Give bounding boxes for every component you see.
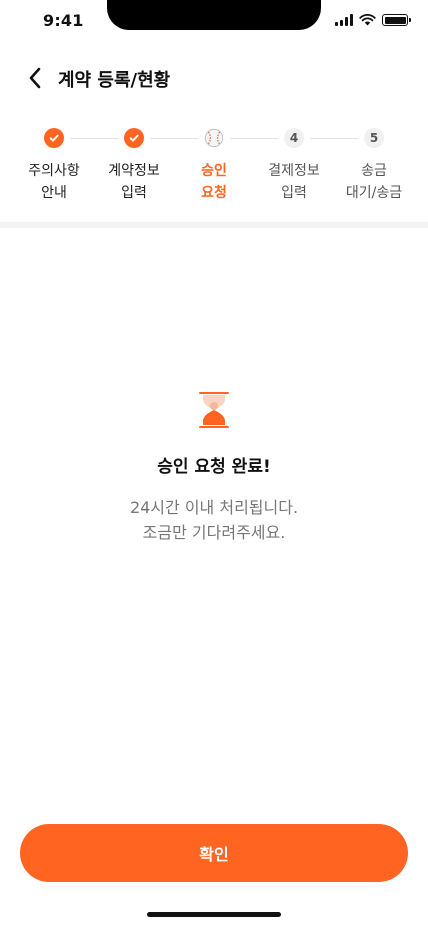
step-label: 계약정보 입력 — [108, 163, 160, 201]
battery-icon — [382, 14, 411, 26]
check-icon — [124, 128, 144, 148]
check-icon — [44, 128, 64, 148]
result-panel: 승인 요청 완료! 24시간 이내 처리됩니다. 조금만 기다려주세요. — [0, 390, 428, 545]
step-number: 5 — [364, 128, 384, 148]
chevron-left-icon — [29, 67, 41, 89]
step-2: 계약정보 입력 — [94, 126, 174, 204]
page-title: 계약 등록/현황 — [58, 70, 171, 91]
back-button[interactable] — [22, 65, 48, 91]
status-time: 9:41 — [43, 11, 84, 30]
result-title: 승인 요청 완료! — [157, 457, 271, 477]
step-label: 결제정보 입력 — [268, 163, 320, 201]
status-icons — [335, 14, 411, 26]
step-4: 4 결제정보 입력 — [254, 126, 334, 204]
wifi-icon — [359, 14, 376, 26]
top-app-bar: 계약 등록/현황 — [0, 56, 428, 100]
step-label: 주의사항 안내 — [28, 163, 80, 201]
confirm-button[interactable]: 확인 — [20, 824, 408, 882]
step-number: 4 — [284, 128, 304, 148]
app-screen: 9:41 계약 등록/현황 주의사항 안내 계약정보 입력 승인 요청 4 결제정보 입… — [0, 0, 428, 926]
step-label: 승인 요청 — [201, 163, 227, 201]
result-description: 24시간 이내 처리됩니다. 조금만 기다려주세요. — [129, 498, 299, 542]
device-notch — [107, 0, 321, 30]
step-1: 주의사항 안내 — [14, 126, 94, 204]
home-indicator — [147, 912, 281, 917]
step-3: 승인 요청 — [174, 126, 254, 204]
progress-stepper: 주의사항 안내 계약정보 입력 승인 요청 4 결제정보 입력 5 송금 대기/송금 — [0, 126, 428, 216]
status-bar: 9:41 — [0, 0, 428, 44]
step-5: 5 송금 대기/송금 — [334, 126, 414, 204]
baseball-icon — [204, 128, 224, 148]
step-label: 송금 대기/송금 — [345, 163, 403, 201]
hourglass-icon — [199, 392, 229, 428]
signal-icon — [335, 14, 353, 26]
section-divider — [0, 222, 428, 228]
